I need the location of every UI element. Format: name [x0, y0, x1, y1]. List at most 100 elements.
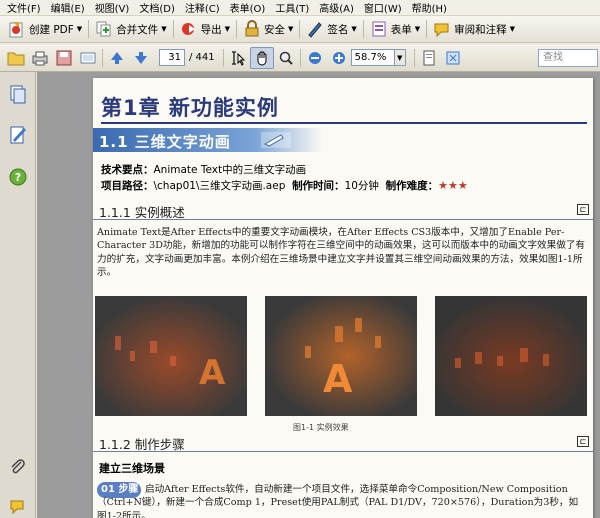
toolbar-separator [299, 48, 301, 67]
toolbar-separator [88, 20, 90, 38]
search-input[interactable]: 查找 [538, 49, 598, 67]
toolbar-separator [235, 20, 237, 38]
fit-page-button[interactable] [441, 47, 465, 69]
combine-files-button[interactable]: 合并文件 ▼ [91, 18, 170, 40]
meta-label: 技术要点： [101, 164, 154, 176]
zoom-out-button[interactable] [303, 47, 327, 69]
magnifier-icon [279, 51, 293, 65]
next-page-button[interactable] [129, 47, 153, 69]
text-cursor-icon [231, 50, 245, 66]
menu-file[interactable]: 文件(F) [2, 0, 46, 15]
select-tool-button[interactable] [226, 47, 250, 69]
zoom-dropdown-button[interactable]: ▼ [394, 49, 406, 66]
save-button[interactable] [52, 47, 76, 69]
printer-icon [32, 51, 48, 65]
toolbar-separator [362, 20, 364, 38]
zoom-out-icon [308, 51, 321, 64]
menu-edit[interactable]: 编辑(E) [46, 0, 90, 15]
hand-icon [257, 51, 267, 66]
pdf-page: 第1章 新功能实例 1.1 三维文字动画 技术要点：Animate Text中的… [93, 78, 593, 518]
meta-label: 制作难度： [385, 180, 439, 192]
zoom-level-input[interactable]: 58.7% [350, 49, 395, 66]
lock-icon [243, 20, 261, 38]
combine-files-label: 合并文件 [116, 23, 159, 36]
signatures-panel-button[interactable] [7, 124, 29, 146]
figure-image [435, 296, 587, 416]
figure-image: A [265, 296, 417, 416]
menu-window[interactable]: 窗口(W) [359, 0, 407, 15]
subsection-heading: 1.1.1 实例概述 ⊏ [93, 200, 593, 220]
create-pdf-button[interactable]: 创建 PDF ▼ [4, 18, 86, 40]
single-page-icon [423, 50, 435, 65]
toolbar-separator [299, 20, 301, 38]
task-toolbar: 创建 PDF ▼ 合并文件 ▼ 导出 ▼ 安全 ▼ 签名 ▼ 表单 ▼ 审阅和注释 ▼ [0, 16, 600, 43]
export-label: 导出 [200, 23, 222, 36]
subsection-title: 1.1.1 实例概述 [99, 205, 185, 220]
export-button[interactable]: 导出 ▼ [176, 18, 234, 40]
menu-document[interactable]: 文档(D) [134, 0, 180, 15]
page-number-input[interactable]: 31 [159, 49, 185, 66]
help-panel-button[interactable]: ? [7, 166, 29, 188]
menu-advanced[interactable]: 高级(A) [314, 0, 359, 15]
attachments-panel-button[interactable] [7, 456, 29, 478]
create-pdf-label: 创建 PDF [29, 23, 74, 36]
comments-panel-button[interactable] [7, 496, 29, 518]
project-path: 项目路径：\chap01\三维文字动画.aep 制作时间：10分钟 制作难度：★… [101, 178, 468, 193]
subsection-title: 1.1.2 制作步骤 [99, 437, 185, 452]
review-comment-button[interactable]: 审阅和注释 ▼ [429, 18, 519, 40]
arrow-down-icon [135, 51, 147, 64]
meta-label: 制作时间： [292, 180, 345, 192]
email-button[interactable] [76, 47, 100, 69]
forms-button[interactable]: 表单 ▼ [366, 18, 424, 40]
chapter-title: 第1章 新功能实例 [101, 96, 279, 120]
security-label: 安全 [263, 23, 285, 36]
subsection-marker-icon: ⊏ [577, 204, 589, 215]
zoom-in-button[interactable] [327, 47, 351, 69]
hand-tool-button[interactable] [249, 46, 274, 69]
step-paragraph: 启动After Effects软件，自动新建一个项目文件，选择菜单命令Compo… [97, 484, 579, 518]
page-total: / 441 [189, 52, 215, 63]
zoom-tool-button[interactable] [274, 47, 298, 69]
security-button[interactable]: 安全 ▼ [239, 18, 297, 40]
menu-forms[interactable]: 表单(O) [225, 0, 271, 15]
section-arrow-icon [261, 132, 291, 148]
meta-value: 10分钟 [344, 180, 379, 192]
sign-button[interactable]: 签名 ▼ [302, 18, 360, 40]
navigation-toolbar: 31 / 441 58.7% ▼ [0, 44, 600, 72]
meta-value: Animate Text中的三维文字动画 [153, 164, 307, 176]
combine-files-icon [95, 20, 113, 38]
paperclip-icon [11, 459, 25, 474]
menu-help[interactable]: 帮助(H) [407, 0, 452, 15]
technical-points: 技术要点：Animate Text中的三维文字动画 [101, 162, 306, 177]
menu-view[interactable]: 视图(V) [90, 0, 135, 15]
menu-tools[interactable]: 工具(T) [270, 0, 314, 15]
svg-text:?: ? [15, 171, 21, 184]
toolbar-separator [426, 20, 428, 38]
export-icon [180, 20, 198, 38]
open-folder-button[interactable] [4, 47, 28, 69]
arrow-up-icon [111, 51, 123, 64]
menu-comments[interactable]: 注释(C) [180, 0, 225, 15]
help-icon: ? [9, 168, 27, 186]
review-comment-label: 审阅和注释 [454, 23, 507, 36]
previous-page-button[interactable] [105, 47, 129, 69]
signature-icon [10, 126, 26, 144]
save-icon [56, 50, 72, 65]
pen-icon [306, 20, 324, 38]
print-button[interactable] [28, 47, 52, 69]
toolbar-separator [413, 48, 415, 67]
comment-icon [10, 500, 24, 515]
toolbar-separator [222, 48, 224, 67]
figure-image: A [95, 296, 247, 416]
mail-icon [80, 52, 96, 63]
difficulty-stars: ★★★ [438, 179, 468, 192]
svg-text:A: A [199, 353, 226, 393]
pages-panel-button[interactable] [7, 84, 29, 106]
create-pdf-icon [8, 20, 26, 38]
menu-bar: 文件(F) 编辑(E) 视图(V) 文档(D) 注释(C) 表单(O) 工具(T… [0, 0, 600, 16]
svg-text:A: A [323, 357, 353, 401]
document-viewport[interactable]: 第1章 新功能实例 1.1 三维文字动画 技术要点：Animate Text中的… [37, 72, 600, 518]
toolbar-separator [102, 48, 103, 67]
section-title: 1.1 三维文字动画 [99, 133, 231, 151]
single-page-button[interactable] [417, 47, 441, 69]
